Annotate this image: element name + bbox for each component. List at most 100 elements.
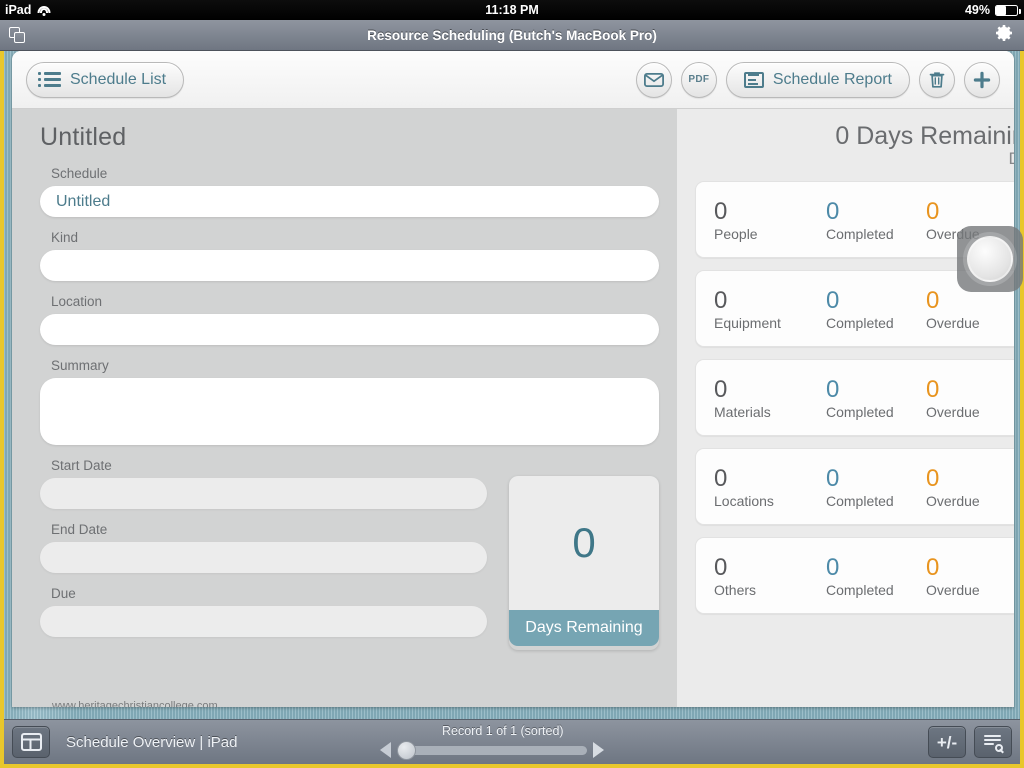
overdue-count: 0 [926,375,940,403]
stat-cell: 0 Completed [826,465,926,509]
field-input-schedule[interactable]: Untitled [40,186,659,217]
overdue-count: 0 [926,286,940,314]
assistive-touch-button[interactable] [957,226,1023,292]
toolbar-actions: PDF Schedule Report [635,61,1000,98]
record-slider[interactable] [397,740,587,760]
days-remaining-caption: Days Remaining [509,610,659,646]
email-button[interactable] [635,61,672,98]
field-label: Schedule [51,166,108,181]
previous-record-button[interactable] [380,742,391,758]
completed-label: Completed [826,581,894,598]
summary-subheading: Due [695,149,1014,169]
overdue-count: 0 [926,553,940,581]
stat-cell: 0 Overdue [926,465,1014,509]
stat-cell: 0 Others [714,554,826,598]
stat-label: People [714,225,758,242]
pdf-button[interactable]: PDF [680,61,717,98]
gear-icon [996,24,1012,41]
windows-icon [8,26,26,44]
plus-icon [973,71,991,88]
delete-button[interactable] [919,61,955,98]
overdue-label: Overdue [926,314,980,331]
overdue-label: Overdue [926,403,980,420]
field-label: Kind [51,230,79,245]
dates-and-days-row: Start Date End Date Due 0 Days Remaining [40,458,659,650]
stat-label: Equipment [714,314,781,331]
field-input-location[interactable] [40,314,659,345]
stat-label: Locations [714,492,774,509]
summary-pane: 0 Days Remaining Due 0People0Completed0O… [677,109,1014,707]
form-fields: Schedule Untitled Kind Location Summary [40,166,659,445]
window-title: Resource Scheduling (Butch's MacBook Pro… [367,27,657,43]
overdue-count: 0 [926,464,940,492]
stat-count: 0 [714,464,728,492]
schedule-list-label: Schedule List [70,70,167,88]
stat-count: 0 [714,286,728,314]
date-fields: Start Date End Date Due [40,458,487,650]
edit-mode-button[interactable]: +/- [928,726,966,758]
windows-button[interactable] [0,26,34,44]
stat-count: 0 [714,553,728,581]
watermark-url: www.heritagechristiancollege.com [52,700,218,707]
schedule-report-label: Schedule Report [772,70,892,88]
next-record-button[interactable] [593,742,604,758]
find-button[interactable] [974,726,1012,758]
stat-cell: 0 Equipment [714,287,826,331]
record-detail-pane: Untitled Schedule Untitled Kind Location Sum… [12,109,677,707]
record-slider-knob[interactable] [397,740,416,760]
layout-name-label: Schedule Overview | iPad [66,733,238,751]
app-toolbar: Schedule List PDF Schedule Report [12,51,1014,109]
completed-count: 0 [826,464,840,492]
add-button[interactable] [964,61,1000,98]
field-input-end-date[interactable] [40,542,487,573]
summary-row-others[interactable]: 0Others0Completed0Overdue› [695,537,1014,615]
page-title: Untitled [40,123,127,151]
completed-count: 0 [826,286,840,314]
layout-icon [20,733,42,751]
battery-icon [995,4,1021,16]
stat-cell: 0 Overdue [926,554,1014,598]
schedule-list-button[interactable]: Schedule List [26,61,185,98]
field-input-start-date[interactable] [40,478,487,509]
report-lines-icon [743,71,764,88]
field-input-kind[interactable] [40,250,659,281]
field-input-summary[interactable] [40,378,659,445]
completed-label: Completed [826,225,894,242]
field-label: Summary [51,358,109,373]
record-navigation [380,740,604,760]
field-input-due[interactable] [40,606,487,637]
completed-count: 0 [826,197,840,225]
field-label: End Date [51,522,108,537]
app-title-bar: Resource Scheduling (Butch's MacBook Pro… [0,20,1024,51]
panes: Untitled Schedule Untitled Kind Location Sum… [12,109,1014,707]
layout-button[interactable] [12,726,50,758]
status-toolbar: Schedule Overview | iPad Record 1 of 1 (… [4,719,1020,764]
schedule-report-button[interactable]: Schedule Report [725,61,910,98]
find-records-icon [983,734,1003,752]
stat-count: 0 [714,197,728,225]
assistive-touch-icon [967,236,1013,282]
ios-status-bar: iPad 11:18 PM 49% [0,0,1024,20]
stat-label: Others [714,581,757,598]
stat-cell: 0 Overdue [926,287,1014,331]
overdue-count: 0 [926,197,940,225]
stat-cell: 0 Completed [826,287,926,331]
field-label: Location [51,294,103,309]
pdf-label: PDF [688,74,710,85]
summary-row-locations[interactable]: 0Locations0Completed0Overdue› [695,448,1014,526]
stat-cell: 0 Completed [826,198,926,242]
stat-cell: 0 Materials [714,376,826,420]
clock-label: 11:18 PM [485,3,539,17]
summary-row-materials[interactable]: 0Materials0Completed0Overdue› [695,359,1014,437]
stat-cell: 0 Completed [826,376,926,420]
overdue-label: Overdue [926,492,980,509]
field-label: Due [51,586,76,601]
completed-label: Completed [826,492,894,509]
stat-count: 0 [714,375,728,403]
envelope-icon [643,72,664,87]
settings-button[interactable] [994,23,1024,48]
stat-cell: 0 Locations [714,465,826,509]
ipad-screen: iPad 11:18 PM 49% Resource Scheduling (B… [0,0,1024,768]
completed-count: 0 [826,375,840,403]
status-toolbar-right: +/- [928,726,1012,758]
